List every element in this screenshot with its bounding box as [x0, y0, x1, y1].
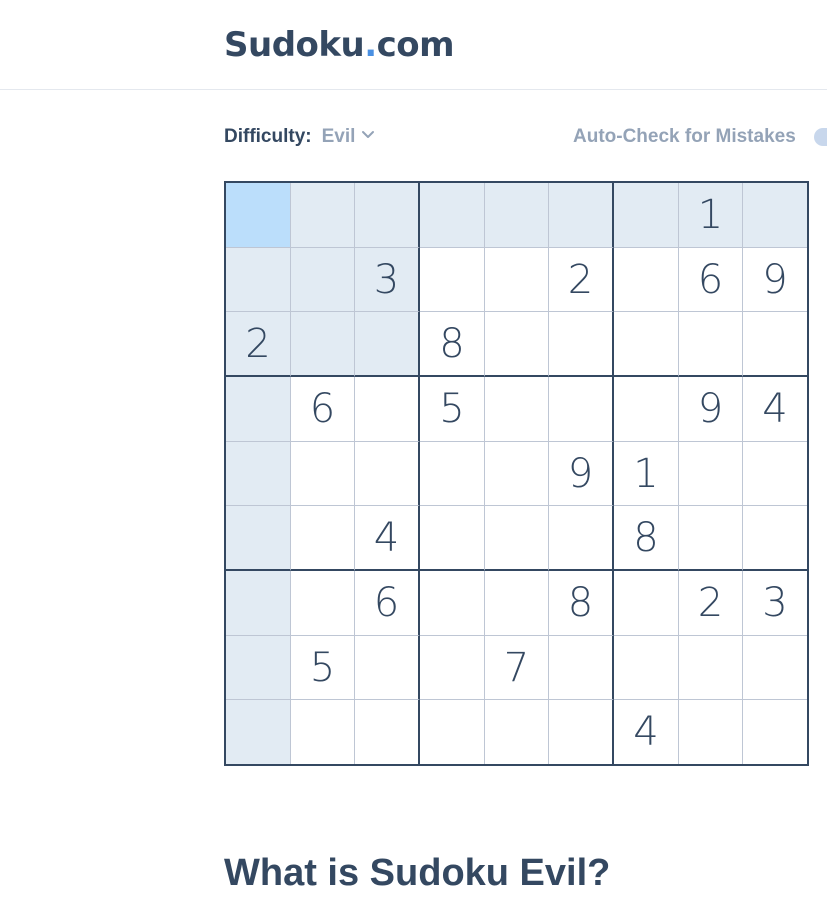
sudoku-cell[interactable] — [226, 248, 291, 312]
sudoku-cell[interactable] — [226, 506, 291, 571]
sudoku-cell[interactable] — [355, 183, 420, 248]
sudoku-cell[interactable] — [679, 700, 743, 764]
sudoku-cell[interactable] — [226, 183, 291, 248]
sudoku-cell[interactable]: 8 — [614, 506, 679, 571]
sudoku-cell[interactable] — [549, 506, 614, 571]
sudoku-cell[interactable] — [420, 442, 485, 506]
sudoku-cell[interactable]: 2 — [679, 571, 743, 636]
sudoku-cell[interactable]: 9 — [549, 442, 614, 506]
sudoku-cell[interactable]: 9 — [679, 377, 743, 442]
sudoku-cell[interactable] — [743, 700, 807, 764]
sudoku-cell[interactable] — [355, 312, 420, 377]
sudoku-cell[interactable] — [485, 248, 549, 312]
sudoku-cell[interactable] — [355, 636, 420, 700]
sudoku-cell[interactable]: 6 — [679, 248, 743, 312]
game-controls: Difficulty: Evil Auto-Check for Mistakes — [224, 124, 827, 150]
sudoku-cell[interactable] — [291, 571, 355, 636]
sudoku-cell[interactable] — [355, 442, 420, 506]
sudoku-cell[interactable] — [291, 248, 355, 312]
difficulty-value[interactable]: Evil — [322, 126, 356, 147]
sudoku-cell[interactable] — [549, 312, 614, 377]
sudoku-cell[interactable]: 2 — [226, 312, 291, 377]
sudoku-cell[interactable] — [485, 183, 549, 248]
sudoku-cell[interactable]: 8 — [549, 571, 614, 636]
sudoku-cell[interactable] — [291, 442, 355, 506]
sudoku-cell[interactable] — [679, 312, 743, 377]
sudoku-cell[interactable] — [485, 506, 549, 571]
sudoku-cell[interactable]: 3 — [743, 571, 807, 636]
sudoku-cell[interactable] — [226, 571, 291, 636]
sudoku-cell[interactable] — [226, 377, 291, 442]
site-logo[interactable]: Sudoku.com — [224, 24, 455, 66]
sudoku-cell[interactable] — [743, 183, 807, 248]
sudoku-cell[interactable] — [743, 636, 807, 700]
sudoku-cell[interactable] — [679, 506, 743, 571]
sudoku-cell[interactable]: 4 — [614, 700, 679, 764]
sudoku-cell[interactable] — [420, 506, 485, 571]
sudoku-cell[interactable] — [420, 183, 485, 248]
sudoku-cell[interactable] — [614, 312, 679, 377]
sudoku-cell[interactable]: 8 — [420, 312, 485, 377]
sudoku-cell[interactable] — [743, 442, 807, 506]
sudoku-cell[interactable] — [614, 636, 679, 700]
sudoku-cell[interactable] — [291, 183, 355, 248]
logo-dot: . — [364, 25, 377, 65]
sudoku-cell[interactable] — [549, 377, 614, 442]
sudoku-board: 1326928659491486823574 — [224, 181, 809, 766]
sudoku-cell[interactable] — [549, 700, 614, 764]
sudoku-cell[interactable] — [614, 183, 679, 248]
sudoku-cell[interactable]: 9 — [743, 248, 807, 312]
sudoku-cell[interactable] — [485, 377, 549, 442]
sudoku-cell[interactable] — [485, 700, 549, 764]
sudoku-cell[interactable] — [291, 700, 355, 764]
sudoku-cell[interactable] — [679, 636, 743, 700]
autocheck-toggle[interactable] — [814, 128, 827, 146]
sudoku-cell[interactable] — [420, 571, 485, 636]
sudoku-cell[interactable] — [291, 312, 355, 377]
sudoku-cell[interactable] — [355, 700, 420, 764]
chevron-down-icon[interactable] — [361, 121, 375, 147]
difficulty-selector[interactable]: Difficulty: Evil — [224, 124, 375, 150]
sudoku-cell[interactable]: 5 — [291, 636, 355, 700]
sudoku-cell[interactable] — [743, 506, 807, 571]
logo-suffix: com — [376, 25, 455, 65]
sudoku-cell[interactable] — [614, 571, 679, 636]
sudoku-cell[interactable]: 4 — [355, 506, 420, 571]
sudoku-cell[interactable]: 3 — [355, 248, 420, 312]
sudoku-cell[interactable]: 4 — [743, 377, 807, 442]
sudoku-cell[interactable] — [485, 312, 549, 377]
sudoku-cell[interactable]: 6 — [355, 571, 420, 636]
autocheck-label: Auto-Check for Mistakes — [573, 126, 796, 147]
sudoku-cell[interactable]: 6 — [291, 377, 355, 442]
sudoku-cell[interactable] — [420, 248, 485, 312]
sudoku-cell[interactable] — [549, 636, 614, 700]
sudoku-cell[interactable]: 1 — [679, 183, 743, 248]
sudoku-cell[interactable] — [614, 377, 679, 442]
logo-name: Sudoku — [224, 25, 365, 65]
sudoku-cell[interactable] — [743, 312, 807, 377]
sudoku-cell[interactable] — [420, 700, 485, 764]
sudoku-cell[interactable] — [679, 442, 743, 506]
sudoku-cell[interactable] — [226, 442, 291, 506]
site-header: Sudoku.com — [0, 0, 827, 90]
sudoku-cell[interactable] — [614, 248, 679, 312]
sudoku-cell[interactable] — [549, 183, 614, 248]
difficulty-label: Difficulty: — [224, 126, 312, 148]
sudoku-cell[interactable] — [355, 377, 420, 442]
sudoku-cell[interactable]: 5 — [420, 377, 485, 442]
sudoku-cell[interactable] — [226, 636, 291, 700]
sudoku-cell[interactable]: 2 — [549, 248, 614, 312]
sudoku-cell[interactable] — [291, 506, 355, 571]
sudoku-cell[interactable] — [485, 571, 549, 636]
article-heading: What is Sudoku Evil? — [224, 852, 611, 894]
sudoku-cell[interactable] — [420, 636, 485, 700]
sudoku-cell[interactable] — [485, 442, 549, 506]
sudoku-cell[interactable]: 7 — [485, 636, 549, 700]
sudoku-cell[interactable]: 1 — [614, 442, 679, 506]
sudoku-cell[interactable] — [226, 700, 291, 764]
